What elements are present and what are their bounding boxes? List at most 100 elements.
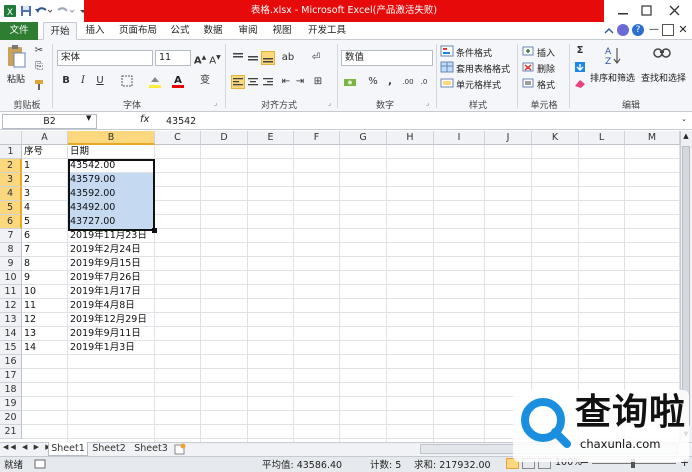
paste-icon[interactable]: [4, 44, 28, 73]
number-dialog-launcher-icon[interactable]: ⌟: [426, 99, 429, 107]
tab-review[interactable]: 审阅: [234, 22, 262, 40]
number-format-select[interactable]: 数值: [341, 50, 433, 66]
align-top-icon[interactable]: [231, 51, 245, 65]
row-header-8[interactable]: 8: [0, 243, 22, 257]
office-icon[interactable]: [617, 24, 629, 36]
row-header-1[interactable]: 1: [0, 145, 22, 159]
wrap-text-icon[interactable]: ⏎: [309, 51, 323, 65]
cell-b21[interactable]: [68, 425, 155, 439]
select-all-corner[interactable]: [0, 131, 22, 145]
column-header-j[interactable]: J: [485, 131, 532, 145]
sort-filter-button[interactable]: 排序和筛选: [590, 71, 635, 84]
help-icon[interactable]: ?: [632, 24, 644, 36]
excel-app-icon[interactable]: X: [3, 4, 17, 18]
cell-a2[interactable]: 1: [22, 159, 68, 173]
cell-b13[interactable]: 2019年12月29日: [68, 313, 155, 327]
ribbon-restore-icon[interactable]: [662, 24, 674, 36]
comma-style-button[interactable]: ,: [383, 75, 397, 89]
row-header-7[interactable]: 7: [0, 229, 22, 243]
row-header-17[interactable]: 17: [0, 369, 22, 383]
paste-button[interactable]: 粘贴: [7, 72, 25, 85]
cell-a20[interactable]: [22, 411, 68, 425]
sheet-tab-sheet1[interactable]: Sheet1: [48, 442, 88, 456]
align-middle-icon[interactable]: [246, 51, 260, 65]
column-header-k[interactable]: K: [532, 131, 579, 145]
cell-a15[interactable]: 14: [22, 341, 68, 355]
tab-file[interactable]: 文件: [0, 22, 38, 40]
ribbon-close-icon[interactable]: ✕: [677, 22, 689, 38]
scrollbar-thumb[interactable]: [682, 146, 690, 426]
fill-handle[interactable]: [152, 228, 157, 233]
cell-styles-icon[interactable]: [440, 76, 454, 90]
column-header-g[interactable]: G: [340, 131, 387, 145]
font-dialog-launcher-icon[interactable]: ⌟: [214, 99, 217, 107]
row-header-18[interactable]: 18: [0, 383, 22, 397]
cell-b14[interactable]: 2019年9月11日: [68, 327, 155, 341]
cell-b17[interactable]: [68, 369, 155, 383]
autosum-icon[interactable]: Σ: [573, 44, 587, 58]
formula-input[interactable]: 43542: [166, 114, 196, 129]
row-header-15[interactable]: 15: [0, 341, 22, 355]
close-icon[interactable]: [660, 0, 690, 22]
tab-insert[interactable]: 插入: [80, 22, 110, 40]
cut-icon[interactable]: ✂: [32, 44, 46, 58]
phonetic-icon[interactable]: 变: [198, 74, 212, 88]
conditional-format-button[interactable]: 条件格式: [456, 46, 492, 59]
scroll-up-icon[interactable]: ▲: [681, 132, 691, 142]
bold-button[interactable]: B: [59, 74, 73, 88]
font-name-select[interactable]: 宋体: [57, 50, 153, 66]
cell-a16[interactable]: [22, 355, 68, 369]
cell-a18[interactable]: [22, 383, 68, 397]
undo-icon[interactable]: [33, 4, 53, 18]
cell-a19[interactable]: [22, 397, 68, 411]
cell-a8[interactable]: 7: [22, 243, 68, 257]
cell-a11[interactable]: 10: [22, 285, 68, 299]
cell-b7[interactable]: 2019年11月23日: [68, 229, 155, 243]
cell-b1[interactable]: 日期: [68, 145, 155, 159]
cell-a5[interactable]: 4: [22, 201, 68, 215]
row-header-21[interactable]: 21: [0, 425, 22, 439]
column-header-m[interactable]: M: [625, 131, 680, 145]
column-header-b[interactable]: B: [68, 131, 155, 145]
sheet-tab-sheet2[interactable]: Sheet2: [89, 442, 129, 456]
row-header-20[interactable]: 20: [0, 411, 22, 425]
cell-a4[interactable]: 3: [22, 187, 68, 201]
insert-button[interactable]: 插入: [537, 46, 555, 59]
find-select-button[interactable]: 查找和选择: [641, 71, 686, 84]
copy-icon[interactable]: ⎘: [32, 60, 46, 74]
row-header-4[interactable]: 4: [0, 187, 22, 201]
font-color-icon[interactable]: A: [171, 74, 185, 88]
increase-decimal-icon[interactable]: .00: [401, 75, 415, 89]
row-header-12[interactable]: 12: [0, 299, 22, 313]
column-header-l[interactable]: L: [579, 131, 625, 145]
insert-cells-icon[interactable]: [521, 44, 535, 58]
orientation-icon[interactable]: ab: [281, 51, 295, 65]
column-header-h[interactable]: H: [387, 131, 434, 145]
new-sheet-icon[interactable]: [174, 443, 186, 455]
decrease-decimal-icon[interactable]: .0: [417, 75, 431, 89]
align-center-icon[interactable]: [246, 75, 260, 89]
ribbon-minimize-icon[interactable]: —: [648, 24, 660, 36]
cell-b11[interactable]: 2019年1月17日: [68, 285, 155, 299]
tab-home[interactable]: 开始: [43, 22, 77, 40]
cell-b19[interactable]: [68, 397, 155, 411]
format-painter-icon[interactable]: [32, 78, 46, 92]
cell-b8[interactable]: 2019年2月24日: [68, 243, 155, 257]
align-left-icon[interactable]: [231, 75, 245, 89]
cell-a10[interactable]: 9: [22, 271, 68, 285]
font-size-select[interactable]: 11: [155, 50, 191, 66]
row-header-16[interactable]: 16: [0, 355, 22, 369]
row-header-3[interactable]: 3: [0, 173, 22, 187]
cell-b10[interactable]: 2019年7月26日: [68, 271, 155, 285]
name-box[interactable]: B2: [2, 114, 97, 129]
align-bottom-icon[interactable]: [261, 51, 275, 65]
row-header-2[interactable]: 2: [0, 159, 22, 173]
delete-button[interactable]: 删除: [537, 62, 555, 75]
column-header-i[interactable]: I: [434, 131, 485, 145]
minimize-ribbon-icon[interactable]: [602, 26, 616, 39]
cell-b15[interactable]: 2019年1月3日: [68, 341, 155, 355]
cell-b16[interactable]: [68, 355, 155, 369]
insert-function-button[interactable]: fx: [140, 114, 149, 125]
alignment-dialog-launcher-icon[interactable]: ⌟: [328, 99, 331, 107]
row-header-5[interactable]: 5: [0, 201, 22, 215]
